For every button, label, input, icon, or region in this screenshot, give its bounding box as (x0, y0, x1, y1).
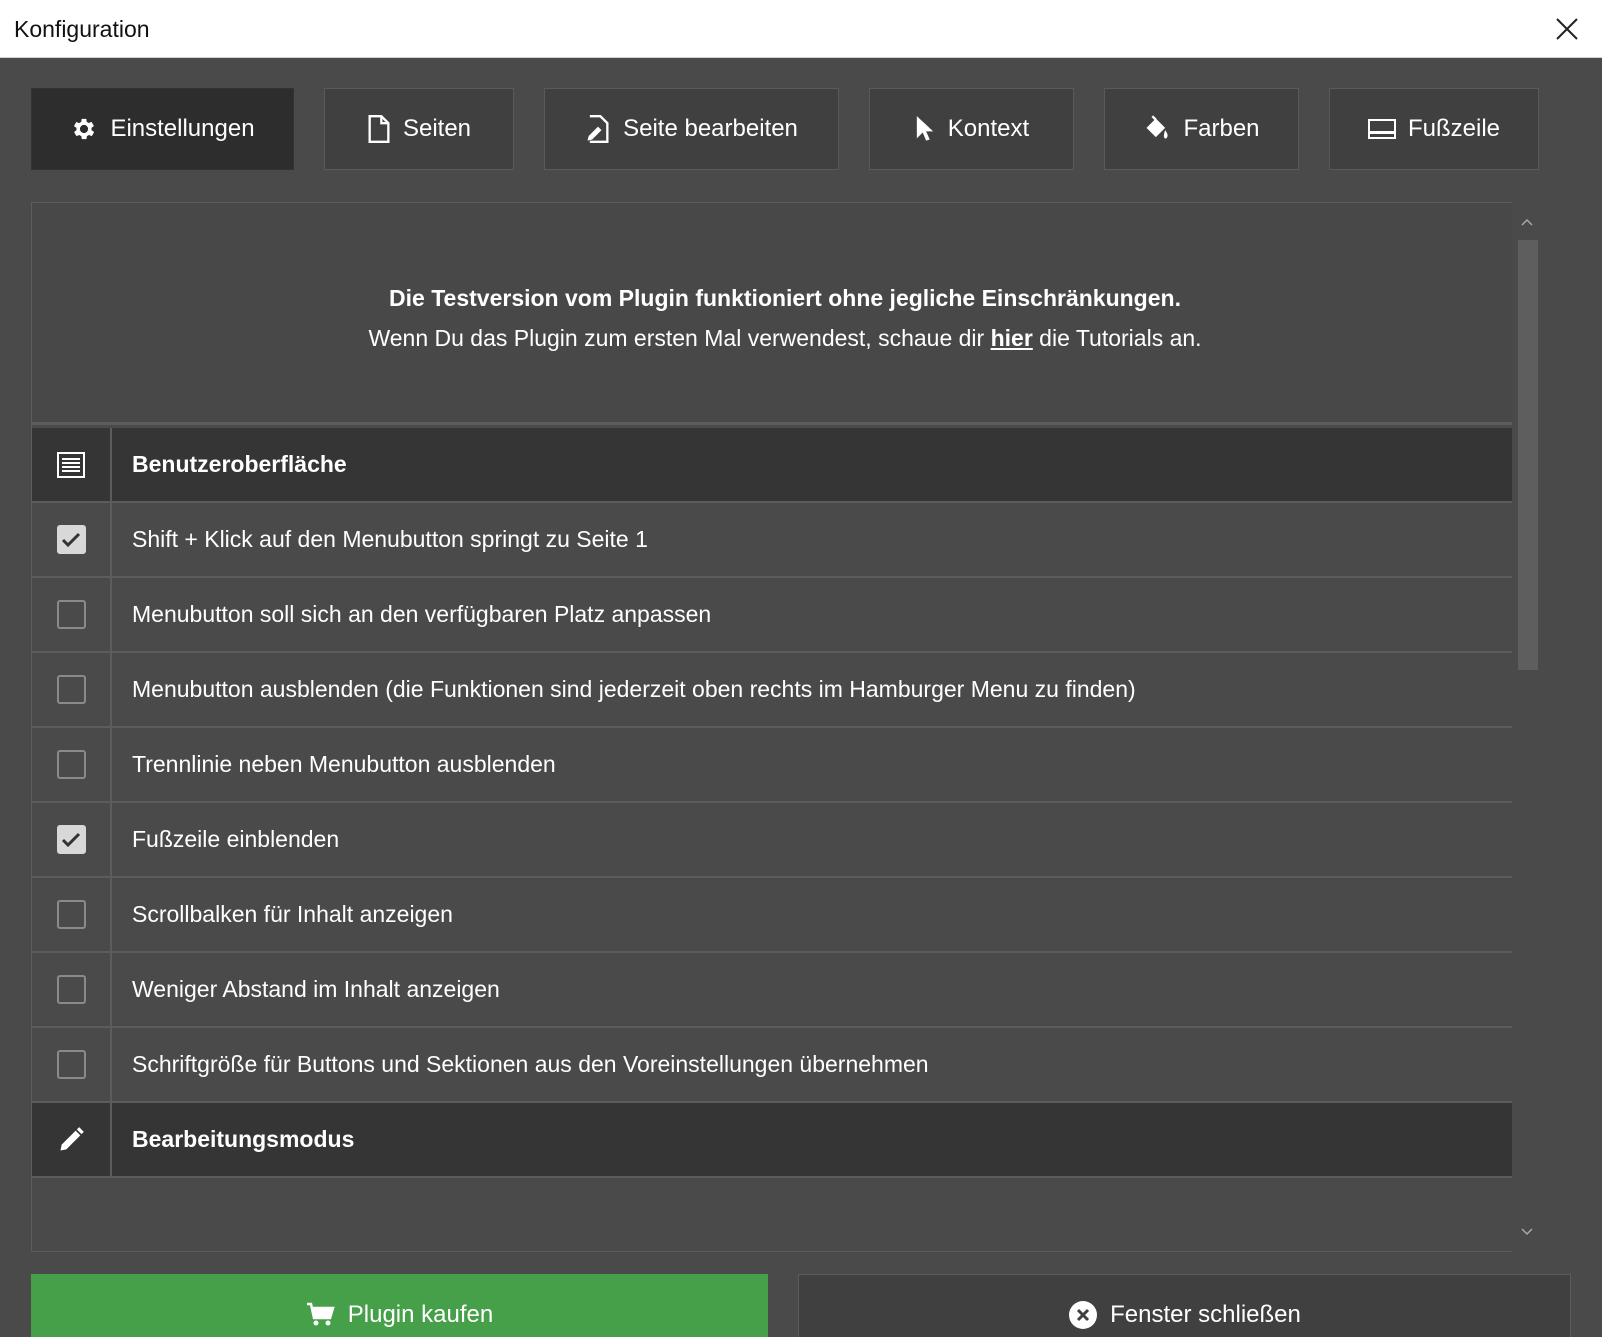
trial-notice: Die Testversion vom Plugin funktioniert … (389, 285, 1181, 311)
close-window-button[interactable]: Fenster schließen (798, 1274, 1571, 1337)
setting-checkbox[interactable] (56, 525, 86, 554)
setting-label: Scrollbalken für Inhalt anzeigen (132, 901, 453, 927)
setting-row[interactable]: Shift + Klick auf den Menubutton springt… (32, 503, 1538, 578)
scroll-up-button[interactable] (1512, 208, 1542, 236)
setting-checkbox[interactable] (56, 900, 86, 929)
setting-label: Trennlinie neben Menubutton ausblenden (132, 751, 556, 777)
section-header-bearbeitungsmodus: Bearbeitungsmodus (32, 1103, 1538, 1178)
setting-label: Shift + Klick auf den Menubutton springt… (132, 526, 648, 552)
window-title: Konfiguration (14, 16, 150, 42)
setting-label: Schriftgröße für Buttons und Sektionen a… (132, 1051, 929, 1077)
page-edit-icon (587, 115, 609, 143)
tab-seite-bearbeiten[interactable]: Seite bearbeiten (544, 88, 839, 170)
footer-icon (1367, 119, 1396, 139)
section-title: Benutzeroberfläche (132, 451, 347, 477)
scroll-down-button[interactable] (1512, 1218, 1542, 1246)
tab-bar: Einstellungen Seiten Seite bearbeiten Ko… (0, 58, 1602, 198)
tab-label: Seite bearbeiten (623, 115, 798, 142)
setting-label: Menubutton ausblenden (die Funktionen si… (132, 676, 1136, 702)
tab-label: Einstellungen (110, 115, 255, 142)
pencil-icon (60, 1126, 84, 1150)
setting-row[interactable]: Fußzeile einblenden (32, 803, 1538, 878)
setting-label: Fußzeile einblenden (132, 826, 340, 852)
setting-label: Weniger Abstand im Inhalt anzeigen (132, 976, 500, 1002)
title-bar: Konfiguration (0, 0, 1602, 58)
close-window-label: Fenster schließen (1110, 1301, 1301, 1328)
cursor-icon (916, 116, 933, 141)
tab-label: Farben (1183, 115, 1260, 142)
setting-row[interactable]: Scrollbalken für Inhalt anzeigen (32, 878, 1538, 953)
checkbox-cell (32, 803, 112, 876)
window-body: Einstellungen Seiten Seite bearbeiten Ko… (0, 58, 1602, 1337)
checkbox-cell (32, 653, 112, 726)
close-icon (1556, 18, 1578, 40)
buy-plugin-button[interactable]: Plugin kaufen (31, 1274, 768, 1337)
tab-fusszeile[interactable]: Fußzeile (1329, 88, 1539, 170)
tab-seiten[interactable]: Seiten (324, 88, 514, 170)
setting-checkbox[interactable] (56, 750, 86, 779)
setting-checkbox[interactable] (56, 675, 86, 704)
tab-label: Seiten (402, 115, 472, 142)
close-circle-icon (1069, 1301, 1098, 1329)
tab-einstellungen[interactable]: Einstellungen (31, 88, 294, 170)
checkbox-cell (32, 728, 112, 801)
setting-checkbox[interactable] (56, 825, 86, 854)
tab-label: Fußzeile (1407, 115, 1501, 142)
checkbox-cell (32, 878, 112, 951)
settings-panel: Die Testversion vom Plugin funktioniert … (31, 202, 1539, 1252)
setting-row[interactable]: Trennlinie neben Menubutton ausblenden (32, 728, 1538, 803)
setting-row[interactable]: Menubutton ausblenden (die Funktionen si… (32, 653, 1538, 728)
setting-checkbox[interactable] (56, 1050, 86, 1079)
chevron-up-icon (1521, 218, 1533, 226)
checkbox-cell (32, 578, 112, 651)
cart-icon (306, 1302, 335, 1326)
tutorial-notice: Wenn Du das Plugin zum ersten Mal verwen… (32, 325, 1538, 352)
checkbox-cell (32, 953, 112, 1026)
window-close-button[interactable] (1532, 0, 1602, 58)
buy-plugin-label: Plugin kaufen (347, 1301, 494, 1328)
tutorial-text-after: die Tutorials an. (1032, 325, 1202, 351)
setting-row[interactable]: Schriftgröße für Buttons und Sektionen a… (32, 1028, 1538, 1103)
setting-checkbox[interactable] (56, 975, 86, 1004)
setting-row[interactable]: Weniger Abstand im Inhalt anzeigen (32, 953, 1538, 1028)
checkbox-cell (32, 1028, 112, 1101)
info-banner: Die Testversion vom Plugin funktioniert … (32, 203, 1538, 425)
settings-content: Die Testversion vom Plugin funktioniert … (31, 202, 1539, 1252)
list-icon (57, 451, 85, 478)
section-title: Bearbeitungsmodus (132, 1126, 355, 1152)
checkmark-icon (61, 832, 81, 847)
section-icon-cell (32, 1103, 112, 1176)
chevron-down-icon (1521, 1228, 1533, 1236)
checkbox-cell (32, 503, 112, 576)
tab-farben[interactable]: Farben (1104, 88, 1299, 170)
tab-label: Kontext (947, 115, 1030, 142)
setting-label: Menubutton soll sich an den verfügbaren … (132, 601, 712, 627)
section-icon-cell (32, 428, 112, 501)
tutorial-link[interactable]: hier (991, 325, 1033, 351)
setting-checkbox[interactable] (56, 600, 86, 629)
section-header-benutzeroberflaeche: Benutzeroberfläche (32, 428, 1538, 503)
paint-bucket-icon (1146, 115, 1169, 139)
setting-row[interactable]: Menubutton soll sich an den verfügbaren … (32, 578, 1538, 653)
content-scrollbar[interactable] (1512, 202, 1542, 1252)
checkmark-icon (61, 532, 81, 547)
tutorial-text-before: Wenn Du das Plugin zum ersten Mal verwen… (368, 325, 991, 351)
scroll-thumb[interactable] (1518, 240, 1538, 670)
page-icon (368, 115, 390, 143)
gear-icon (74, 118, 95, 140)
tab-kontext[interactable]: Kontext (869, 88, 1074, 170)
